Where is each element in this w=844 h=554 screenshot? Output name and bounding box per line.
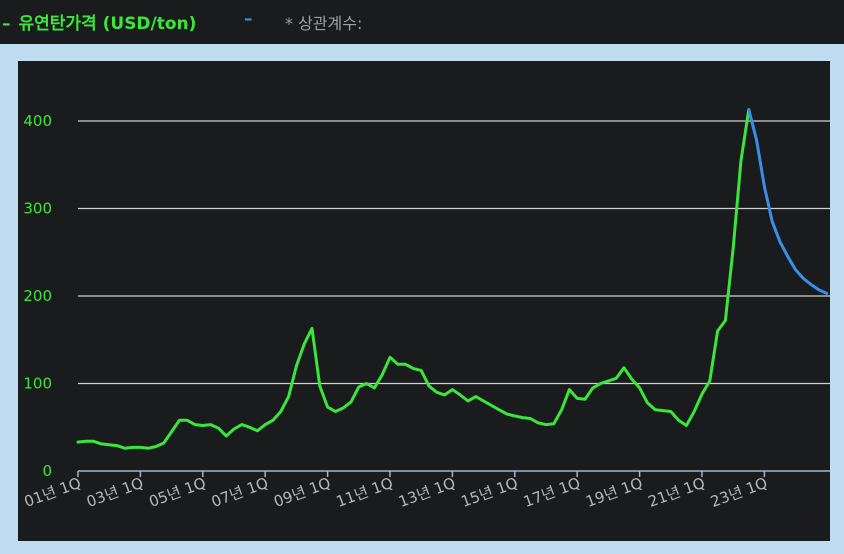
- x-tick-labels: 01년 1Q 03년 1Q 05년 1Q 07년 1Q 09년 1Q 11년 1Q 13년 …: [22, 474, 770, 511]
- legend-bar: – 유연탄가격 (USD/ton) – * 상관계수:: [0, 0, 844, 44]
- legend-label-actual: 유연탄가격 (USD/ton): [18, 14, 197, 34]
- y-tick-label: 300: [23, 200, 52, 218]
- grid-lines: [78, 120, 830, 385]
- y-tick-label: 100: [23, 375, 52, 393]
- legend-dash-actual: –: [2, 14, 11, 34]
- legend-item-actual: – 유연탄가격 (USD/ton): [2, 9, 196, 34]
- y-tick-label: 400: [23, 112, 52, 130]
- series-lines: [76, 108, 829, 450]
- legend-dash-forecast: –: [244, 9, 253, 29]
- y-tick-labels: 0 100 200 300 400: [23, 112, 52, 480]
- x-tick-label: 05년 1Q: [147, 474, 209, 511]
- x-tick-label: 07년 1Q: [209, 474, 271, 511]
- x-tick-label: 21년 1Q: [646, 474, 708, 511]
- series-line-forecast: [747, 108, 829, 295]
- x-tick-label: 13년 1Q: [396, 474, 458, 511]
- x-tick-label: 09년 1Q: [271, 474, 333, 511]
- x-tick-label: 11년 1Q: [334, 474, 396, 511]
- legend-item-forecast: –: [244, 9, 261, 29]
- y-tick-label: 0: [42, 462, 52, 480]
- x-tick-label: 03년 1Q: [84, 474, 146, 511]
- x-tick-label: 15년 1Q: [459, 474, 521, 511]
- line-chart: 0 100 200 300 400 01년 1Q 03년 1Q 05년 1Q 07년 1Q 09…: [22, 108, 830, 511]
- series-line-actual: [76, 108, 751, 450]
- correlation-note: * 상관계수:: [285, 14, 363, 33]
- x-tick-label: 19년 1Q: [583, 474, 645, 511]
- chart-panel: 0 100 200 300 400 01년 1Q 03년 1Q 05년 1Q 07년 1Q 09…: [18, 61, 830, 541]
- x-tick-label: 17년 1Q: [521, 474, 583, 511]
- x-tick-label: 01년 1Q: [22, 474, 84, 511]
- x-tick-label: 23년 1Q: [708, 474, 770, 511]
- y-tick-label: 200: [23, 287, 52, 305]
- x-axis: [77, 470, 830, 477]
